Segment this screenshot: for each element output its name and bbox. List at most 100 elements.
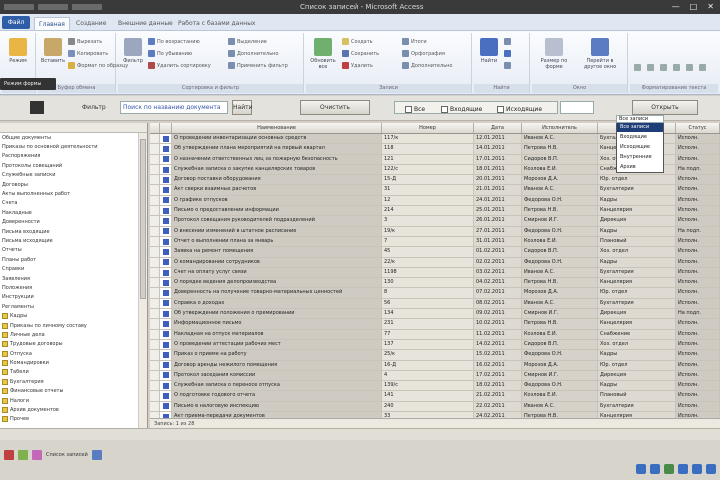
row-selector[interactable] <box>150 278 160 288</box>
tree-item[interactable]: Личные дела <box>0 330 147 339</box>
table-cell[interactable]: 118 <box>382 144 474 154</box>
table-cell[interactable]: Исполн. <box>676 185 720 195</box>
dropdown-option[interactable]: Все записи <box>617 122 663 132</box>
table-row[interactable]: Приказ о приеме на работу 25/к 15.02.2011 Ф… <box>150 350 720 361</box>
sort-desc-button[interactable]: По убыванию <box>148 49 192 58</box>
table-cell[interactable]: 137 <box>382 339 474 350</box>
filter-toggle-icon[interactable] <box>30 101 44 114</box>
tree-item[interactable]: Протоколы совещаний <box>0 161 147 170</box>
table-cell[interactable]: Козлова Е.И. <box>522 164 598 175</box>
table-cell[interactable]: Иванов А.С. <box>522 401 598 412</box>
search-input[interactable]: Поиск по названию документа <box>120 101 228 114</box>
table-cell[interactable]: 14.01.2011 <box>474 144 522 154</box>
table-cell[interactable]: Заявка на ремонт помещения <box>172 247 382 257</box>
horizontal-scrollbar[interactable] <box>0 428 720 440</box>
table-cell[interactable]: 24.01.2011 <box>474 195 522 206</box>
row-selector[interactable] <box>150 195 160 206</box>
table-cell[interactable]: 25.01.2011 <box>474 206 522 216</box>
table-cell[interactable]: 130 <box>382 278 474 288</box>
tree-item[interactable]: Приказы по основной деятельности <box>0 142 147 151</box>
table-cell[interactable]: Иванов А.С. <box>522 134 598 144</box>
table-cell[interactable]: 10.02.2011 <box>474 319 522 329</box>
table-cell[interactable]: Исполн. <box>676 298 720 309</box>
table-row[interactable]: Договор поставки оборудования 15-Д 20.01.2… <box>150 175 720 186</box>
row-selector[interactable] <box>150 319 160 329</box>
table-cell[interactable]: Исполн. <box>676 381 720 391</box>
dropdown-option[interactable]: Исходящие <box>617 142 663 152</box>
tree-item[interactable]: Бухгалтерия <box>0 377 147 386</box>
more-records-button[interactable]: Дополнительно <box>402 61 452 70</box>
row-selector[interactable] <box>150 185 160 195</box>
table-cell[interactable]: 134 <box>382 309 474 319</box>
table-cell[interactable]: 7 <box>382 236 474 247</box>
row-selector[interactable] <box>150 339 160 350</box>
table-cell[interactable]: Исполн. <box>676 319 720 329</box>
row-selector[interactable] <box>150 236 160 247</box>
table-cell[interactable]: Смирнов И.Г. <box>522 309 598 319</box>
tree-item[interactable]: Командировки <box>0 358 147 367</box>
table-cell[interactable]: Об утверждении положения о премировании <box>172 309 382 319</box>
table-cell[interactable]: 214 <box>382 206 474 216</box>
table-cell[interactable]: 231 <box>382 319 474 329</box>
table-row[interactable]: О внесении изменений в штатное расписани… <box>150 226 720 237</box>
go-button[interactable]: Найти <box>232 100 252 115</box>
tree-item[interactable]: Отпуска <box>0 349 147 358</box>
table-row[interactable]: Доверенность на получение товарно-матери… <box>150 288 720 299</box>
advanced-filter-button[interactable]: Дополнительно <box>228 49 278 58</box>
tree-item[interactable]: Распоряжения <box>0 152 147 161</box>
table-cell[interactable]: На подп. <box>676 164 720 175</box>
column-header[interactable]: Номер <box>382 123 474 133</box>
table-cell[interactable]: Протокол совещания руководителей подразд… <box>172 216 382 226</box>
table-cell[interactable]: Приказ о приеме на работу <box>172 350 382 360</box>
table-cell[interactable]: О назначении ответственных лиц за пожарн… <box>172 154 382 164</box>
table-cell[interactable]: Канцелярия <box>598 278 676 288</box>
tree-item[interactable]: Кадры <box>0 311 147 320</box>
tree-item[interactable]: Счета <box>0 199 147 208</box>
align-right-icon[interactable] <box>699 64 706 71</box>
table-cell[interactable]: Служебная записка о закупке канцелярских… <box>172 164 382 175</box>
table-cell[interactable]: Исполн. <box>676 236 720 247</box>
tree-item[interactable]: Договоры <box>0 180 147 189</box>
tree-item[interactable]: Трудовые договоры <box>0 340 147 349</box>
table-cell[interactable]: Федорова О.Н. <box>522 257 598 267</box>
row-selector[interactable] <box>150 370 160 381</box>
tree-item[interactable]: Инструкции <box>0 293 147 302</box>
table-row[interactable]: Об утверждении положения о премировании 1… <box>150 309 720 320</box>
table-cell[interactable]: 17.01.2011 <box>474 154 522 164</box>
language-icon[interactable] <box>678 464 688 474</box>
align-center-icon[interactable] <box>686 64 693 71</box>
table-cell[interactable]: Исполн. <box>676 267 720 278</box>
table-cell[interactable]: Юр. отдел <box>598 175 676 185</box>
column-header[interactable]: Исполнитель <box>522 123 598 133</box>
tree-scrollbar[interactable] <box>138 133 147 428</box>
totals-button[interactable]: Итоги <box>402 37 427 46</box>
row-selector[interactable] <box>150 134 160 144</box>
table-cell[interactable]: Снабжение <box>598 329 676 339</box>
table-cell[interactable]: 141 <box>382 391 474 401</box>
tree-item[interactable]: Письма исходящие <box>0 236 147 245</box>
table-row[interactable]: Информационное письмо 231 10.02.2011 Петров… <box>150 319 720 330</box>
dropdown-option[interactable]: Входящие <box>617 132 663 142</box>
table-cell[interactable]: 09.02.2011 <box>474 309 522 319</box>
flag-icon[interactable] <box>692 464 702 474</box>
table-cell[interactable]: Исполн. <box>676 360 720 370</box>
table-cell[interactable]: Договор аренды нежилого помещения <box>172 360 382 370</box>
table-cell[interactable]: Кадры <box>598 381 676 391</box>
table-cell[interactable]: Исполн. <box>676 134 720 144</box>
tree-item[interactable]: Письма входящие <box>0 227 147 236</box>
row-selector[interactable] <box>150 164 160 175</box>
tree-item[interactable]: Служебные записки <box>0 171 147 180</box>
select-button[interactable] <box>504 61 511 70</box>
table-cell[interactable]: 07.02.2011 <box>474 288 522 298</box>
file-tab[interactable]: Файл <box>2 16 30 29</box>
table-cell[interactable]: Сидоров В.П. <box>522 339 598 350</box>
table-cell[interactable]: 17.02.2011 <box>474 370 522 381</box>
column-header[interactable]: Дата <box>474 123 522 133</box>
spelling-button[interactable]: Орфография <box>402 49 445 58</box>
window-icon[interactable] <box>91 450 102 460</box>
row-selector[interactable] <box>150 154 160 164</box>
tree-item[interactable]: Справки <box>0 264 147 273</box>
tree-item[interactable]: Отчеты <box>0 246 147 255</box>
replace-button[interactable] <box>504 37 511 46</box>
selection-button[interactable]: Выделение <box>228 37 267 46</box>
